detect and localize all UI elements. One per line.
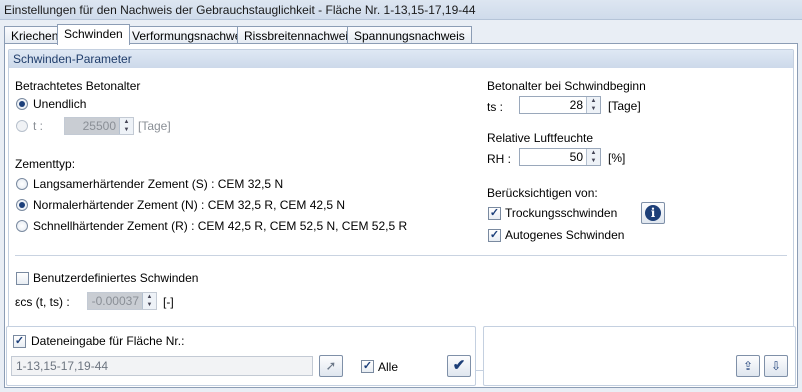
drying-checkbox[interactable]: ✓ [488, 207, 501, 220]
all-checkbox[interactable]: ✓ [361, 360, 374, 373]
infinite-label: Unendlich [33, 97, 87, 111]
rh-label: RH : [487, 152, 511, 166]
ts-stepper[interactable]: 28 ▲ ▼ [519, 96, 601, 114]
t-radio[interactable] [16, 120, 28, 132]
rh-stepper[interactable]: 50 ▲ ▼ [519, 148, 601, 166]
cement-slow-label: Langsamerhärtender Zement (S) : CEM 32,5… [33, 177, 284, 191]
info-button[interactable]: i [641, 202, 665, 224]
separator [15, 255, 787, 256]
user-defined-checkbox[interactable] [16, 272, 29, 285]
consider-label: Berücksichtigen von: [487, 186, 598, 200]
surface-number-input[interactable]: 1-13,15-17,19-44 [11, 356, 313, 376]
info-icon: i [645, 205, 661, 221]
t-unit: [Tage] [138, 119, 171, 133]
select-pointer-icon[interactable]: ➚ [319, 355, 343, 377]
shrink-start-label: Betonalter bei Schwindbeginn [487, 79, 646, 93]
eps-label: εcs (t, ts) : [15, 295, 70, 309]
group-title: Schwinden-Parameter [9, 50, 793, 68]
ts-label: ts : [487, 100, 504, 114]
tab-spannungsnachweis[interactable]: Spannungsnachweis [347, 26, 472, 44]
import-export-group: ⇪ ⇩ [483, 326, 796, 386]
autogenous-label: Autogenes Schwinden [505, 228, 625, 242]
all-label: Alle [378, 360, 399, 374]
spin-up-icon[interactable]: ▲ [587, 149, 600, 157]
data-input-group: ✓ Dateneingabe für Fläche Nr.: 1-13,15-1… [6, 326, 476, 386]
rh-unit: [%] [608, 151, 626, 165]
spin-up-icon[interactable]: ▲ [143, 293, 156, 301]
humidity-label: Relative Luftfeuchte [487, 131, 594, 145]
concrete-age-label: Betrachtetes Betonalter [15, 79, 141, 93]
checkmark-icon[interactable]: ✔ [447, 355, 471, 377]
window-title: Einstellungen für den Nachweis der Gebra… [0, 0, 802, 20]
cement-slow-radio[interactable] [16, 178, 28, 190]
spin-down-icon[interactable]: ▼ [120, 126, 133, 134]
cement-normal-radio[interactable] [16, 199, 28, 211]
eps-value[interactable]: -0.00037 [88, 293, 142, 309]
ts-value[interactable]: 28 [520, 97, 586, 113]
rh-value[interactable]: 50 [520, 149, 586, 165]
tab-schwinden[interactable]: Schwinden [57, 24, 130, 45]
spin-down-icon[interactable]: ▼ [587, 105, 600, 113]
spin-down-icon[interactable]: ▼ [587, 157, 600, 165]
tab-rissbreitennachweis[interactable]: Rissbreitennachweis [237, 26, 362, 44]
t-value[interactable]: 25500 [65, 118, 119, 134]
import-icon[interactable]: ⇩ [764, 355, 788, 377]
spin-down-icon[interactable]: ▼ [143, 301, 156, 309]
autogenous-checkbox[interactable]: ✓ [488, 229, 501, 242]
ts-unit: [Tage] [608, 99, 641, 113]
drying-label: Trockungsschwinden [505, 206, 618, 220]
spin-up-icon[interactable]: ▲ [587, 97, 600, 105]
cement-rapid-radio[interactable] [16, 220, 28, 232]
spin-up-icon[interactable]: ▲ [120, 118, 133, 126]
export-icon[interactable]: ⇪ [736, 355, 760, 377]
data-input-label: Dateneingabe für Fläche Nr.: [31, 334, 185, 348]
shrinkage-parameters-group: Schwinden-Parameter Betrachtetes Betonal… [8, 49, 794, 371]
eps-unit: [-] [163, 295, 174, 309]
cement-label: Zementtyp: [15, 157, 76, 171]
t-stepper[interactable]: 25500 ▲ ▼ [64, 117, 134, 135]
infinite-radio[interactable] [16, 98, 28, 110]
user-defined-label: Benutzerdefiniertes Schwinden [33, 271, 199, 285]
cement-normal-label: Normalerhärtender Zement (N) : CEM 32,5 … [33, 198, 346, 212]
eps-stepper[interactable]: -0.00037 ▲ ▼ [87, 292, 157, 310]
t-label: t : [33, 119, 44, 133]
cement-rapid-label: Schnellhärtender Zement (R) : CEM 42,5 R… [33, 219, 408, 233]
data-input-checkbox[interactable]: ✓ [13, 335, 26, 348]
